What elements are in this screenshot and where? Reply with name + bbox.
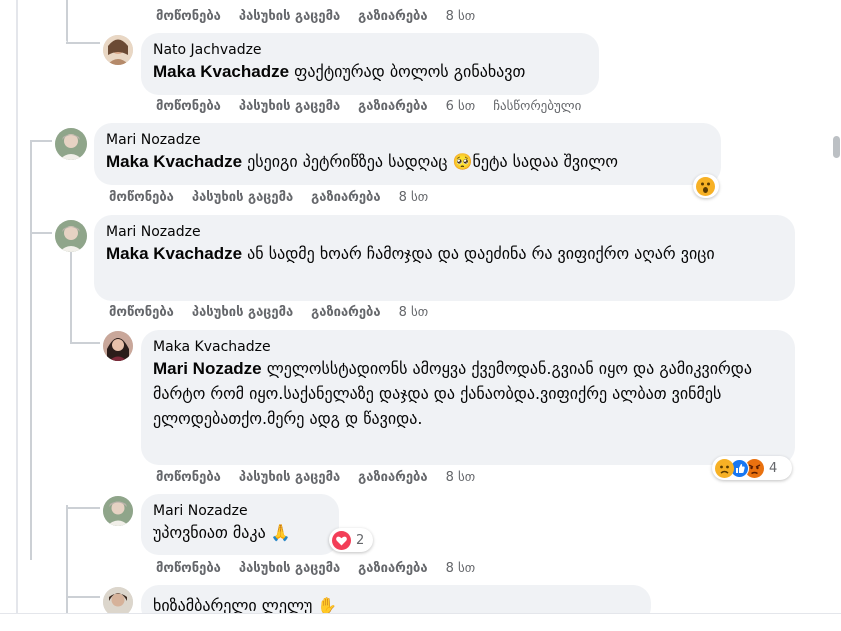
- comment-body: ფაქტიურად ბოლოს გინახავთ: [289, 62, 526, 81]
- comment-author[interactable]: Mari Nozadze: [153, 502, 327, 520]
- comment-timestamp[interactable]: 8 სთ: [446, 9, 476, 24]
- comment-actions: მოწონება პასუხის გაცემა გაზიარება 8 სთ: [156, 9, 493, 25]
- reply-button[interactable]: პასუხის გაცემა: [239, 470, 340, 485]
- thread-line: [30, 140, 32, 560]
- thread-line: [66, 596, 100, 598]
- share-button[interactable]: გაზიარება: [358, 99, 427, 114]
- avatar[interactable]: [103, 331, 133, 361]
- reply-button[interactable]: პასუხის გაცემა: [192, 305, 293, 320]
- share-button[interactable]: გაზიარება: [358, 9, 427, 24]
- like-button[interactable]: მოწონება: [109, 190, 174, 205]
- scrollbar-thumb[interactable]: [833, 136, 840, 158]
- like-button[interactable]: მოწონება: [156, 470, 221, 485]
- like-button[interactable]: მოწონება: [156, 99, 221, 114]
- comment-body: ესეიგი პეტრიწზეა სადღაც 🥺ნეტა სადაა შვილ…: [242, 152, 618, 171]
- thread-line: [66, 42, 100, 44]
- comment-author[interactable]: Nato Jachvadze: [153, 41, 587, 59]
- mention-link[interactable]: Maka Kvachadze: [106, 152, 242, 171]
- edited-label: ჩასწორებული: [493, 99, 582, 114]
- comment-body: ან სადმე ხოარ ჩამოჯდა და დაეძინა რა ვიფი…: [242, 244, 715, 263]
- comment-bubble: Mari Nozadze Maka Kvachadze ესეიგი პეტრი…: [94, 123, 721, 185]
- thread-line: [30, 140, 52, 142]
- share-button[interactable]: გაზიარება: [358, 470, 427, 485]
- comment-actions: მოწონება პასუხის გაცემა გაზიარება 8 სთ: [109, 190, 446, 206]
- thread-line: [70, 342, 100, 344]
- comment-timestamp[interactable]: 8 სთ: [446, 561, 476, 576]
- comment-timestamp[interactable]: 8 სთ: [399, 190, 429, 205]
- comment-actions: მოწონება პასუხის გაცემა გაზიარება 8 სთ: [156, 470, 493, 486]
- avatar[interactable]: [103, 35, 133, 65]
- comment-text: Maka Kvachadze ესეიგი პეტრიწზეა სადღაც 🥺…: [106, 149, 709, 174]
- mention-link[interactable]: Maka Kvachadze: [106, 244, 242, 263]
- avatar[interactable]: [55, 220, 87, 252]
- avatar[interactable]: [103, 496, 133, 526]
- comment-actions: მოწონება პასუხის გაცემა გაზიარება 8 სთ: [109, 305, 446, 321]
- reply-button[interactable]: პასუხის გაცემა: [239, 99, 340, 114]
- comment-timestamp[interactable]: 8 სთ: [399, 305, 429, 320]
- reaction-count: 2: [356, 532, 365, 548]
- share-button[interactable]: გაზიარება: [311, 305, 380, 320]
- like-button[interactable]: მოწონება: [109, 305, 174, 320]
- comment-actions: მოწონება პასუხის გაცემა გაზიარება 6 სთ ჩასწო…: [156, 99, 581, 115]
- comment-author[interactable]: Maka Kvachadze: [153, 338, 783, 356]
- thread-line: [70, 252, 72, 342]
- thread-line: [66, 0, 68, 42]
- feed-left-border: [16, 0, 18, 630]
- comment-bubble: Mari Nozadze Maka Kvachadze ან სადმე ხოა…: [94, 215, 795, 301]
- comment-bubble: Nato Jachvadze Maka Kvachadze ფაქტიურად …: [141, 33, 599, 95]
- comment-text: Mari Nozadze ლელოსსტადიონს ამოყვა ქვემოდ…: [153, 356, 783, 431]
- mention-link[interactable]: Mari Nozadze: [153, 359, 262, 378]
- share-button[interactable]: გაზიარება: [311, 190, 380, 205]
- comment-author[interactable]: Mari Nozadze: [106, 223, 783, 241]
- comment-text: Maka Kvachadze ან სადმე ხოარ ჩამოჯდა და …: [106, 241, 783, 266]
- share-button[interactable]: გაზიარება: [358, 561, 427, 576]
- mention-link[interactable]: Maka Kvachadze: [153, 62, 289, 81]
- comment-text: უპოვნიათ მაკა 🙏: [153, 520, 327, 545]
- reply-button[interactable]: პასუხის გაცემა: [192, 190, 293, 205]
- comment-body: უპოვნიათ მაკა 🙏: [153, 523, 291, 542]
- sad-emoji-icon: [715, 458, 734, 478]
- composer-bar: [0, 613, 841, 631]
- comment-timestamp[interactable]: 6 სთ: [446, 99, 476, 114]
- reply-button[interactable]: პასუხის გაცემა: [239, 9, 340, 24]
- comment-bubble: Mari Nozadze უპოვნიათ მაკა 🙏: [141, 494, 339, 555]
- like-button[interactable]: მოწონება: [156, 561, 221, 576]
- comment-bubble: Maka Kvachadze Mari Nozadze ლელოსსტადიონ…: [141, 330, 795, 465]
- reply-button[interactable]: პასუხის გაცემა: [239, 561, 340, 576]
- like-button[interactable]: მოწონება: [156, 9, 221, 24]
- avatar[interactable]: [55, 128, 87, 160]
- thread-line: [66, 507, 100, 509]
- reaction-summary[interactable]: 4: [712, 456, 792, 480]
- thread-line: [30, 232, 52, 234]
- comment-author[interactable]: Mari Nozadze: [106, 131, 709, 149]
- wow-emoji-icon: [696, 176, 715, 196]
- reaction-summary[interactable]: 2: [329, 528, 373, 552]
- reaction-summary[interactable]: [693, 174, 719, 198]
- reaction-count: 4: [769, 460, 778, 476]
- love-emoji-icon: [332, 530, 351, 550]
- comment-actions: მოწონება პასუხის გაცემა გაზიარება 8 სთ: [156, 561, 493, 577]
- comment-text: Maka Kvachadze ფაქტიურად ბოლოს გინახავთ: [153, 59, 587, 84]
- comment-timestamp[interactable]: 8 სთ: [446, 470, 476, 485]
